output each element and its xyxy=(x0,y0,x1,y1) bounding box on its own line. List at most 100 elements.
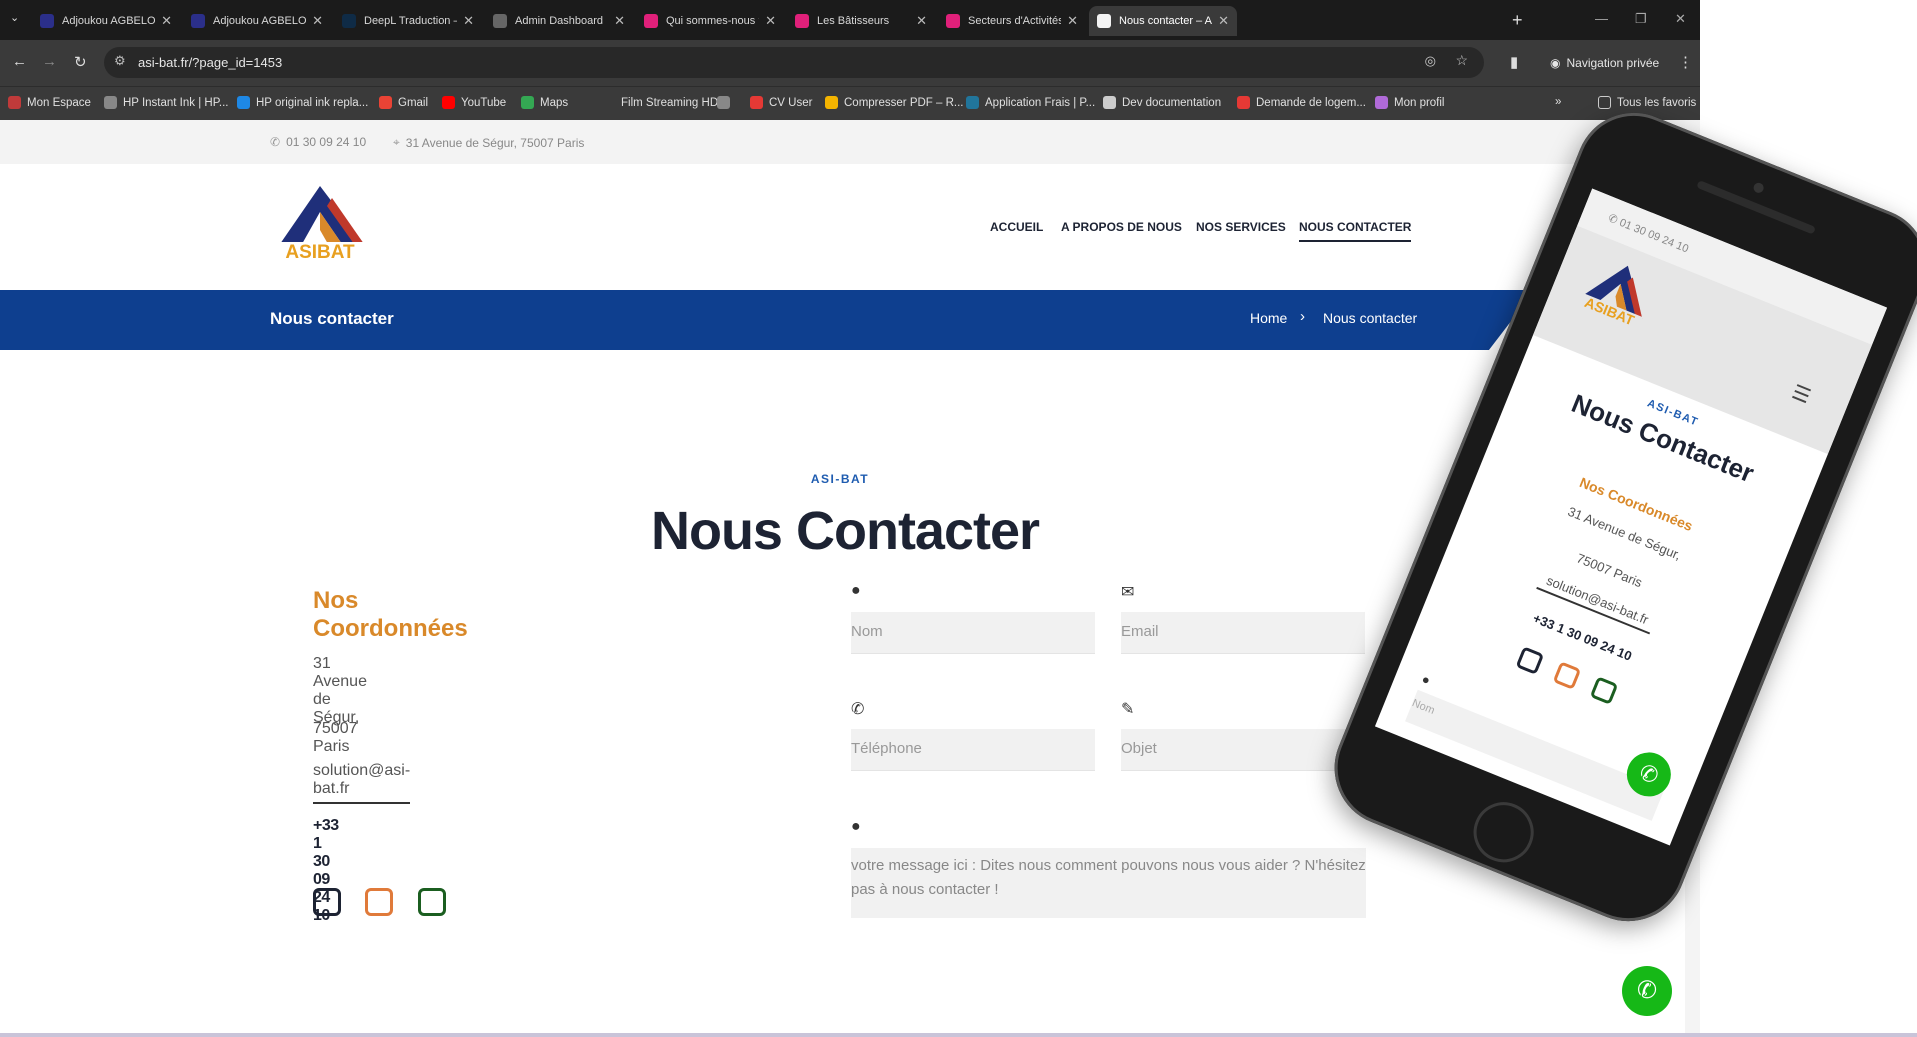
bookmark-item[interactable]: Application Frais | P... xyxy=(966,96,1095,109)
phone-input[interactable]: Téléphone xyxy=(851,729,1095,771)
mobile-logo[interactable]: ASIBAT xyxy=(1573,250,1662,333)
email-link[interactable]: solution@asi-bat.fr xyxy=(313,762,411,804)
site-info-icon[interactable]: ⚙ xyxy=(114,53,126,69)
topbar-phone[interactable]: ✆ 01 30 09 24 10 xyxy=(270,135,366,149)
tab-label: Admin Dashboard xyxy=(515,15,604,27)
bookmark-favicon-icon xyxy=(602,96,615,109)
star-icon[interactable]: ☆ xyxy=(1455,52,1468,69)
sidepanel-icon[interactable]: ▮ xyxy=(1510,53,1518,71)
coord-title: Nos Coordonnées xyxy=(313,587,468,642)
asibat-logo[interactable]: ASIBAT xyxy=(272,184,368,262)
hamburger-menu-icon[interactable]: ☰ xyxy=(1788,379,1814,409)
mobile-instagram-icon[interactable] xyxy=(1552,661,1582,690)
topbar-address-text: 31 Avenue de Ségur, 75007 Paris xyxy=(405,135,585,150)
bookmark-favicon-icon xyxy=(1375,96,1388,109)
bookmark-item[interactable]: HP Instant Ink | HP... xyxy=(104,96,228,109)
bookmark-item[interactable]: Maps xyxy=(521,96,568,109)
close-window-icon[interactable]: ✕ xyxy=(1675,11,1686,27)
page-title: Nous Contacter xyxy=(650,501,1040,561)
tab-close-icon[interactable]: ✕ xyxy=(312,13,323,29)
breadcrumb-home[interactable]: Home xyxy=(1250,310,1287,326)
bookmark-favicon-icon xyxy=(442,96,455,109)
tab-label: Adjoukou AGBELOU Blog xyxy=(62,15,156,27)
email-input[interactable]: Email xyxy=(1121,612,1365,654)
subject-input[interactable]: Objet xyxy=(1121,729,1357,771)
bookmark-label: Application Frais | P... xyxy=(985,96,1096,109)
tab-close-icon[interactable]: ✕ xyxy=(1067,13,1078,29)
reload-icon[interactable]: ↻ xyxy=(74,53,87,71)
bookmark-label: Mon Espace xyxy=(27,96,91,109)
bookmark-item[interactable]: HP original ink repla... xyxy=(237,96,368,109)
bookmark-item[interactable]: Demande de logem... xyxy=(1237,96,1366,109)
tab-search-icon[interactable]: ⌄ xyxy=(10,11,19,24)
address-bar[interactable]: ⚙ asi-bat.fr/?page_id=1453 ◎ ☆ xyxy=(104,47,1484,78)
browser-tab[interactable]: Adjoukou AGBELOU Blog ✕ xyxy=(32,6,180,36)
new-tab-button[interactable]: + xyxy=(1512,10,1523,31)
bookmark-item[interactable]: Dev documentation xyxy=(1103,96,1221,109)
whatsapp-icon[interactable] xyxy=(418,888,446,916)
nav-a-propos[interactable]: A PROPOS DE NOUS xyxy=(1061,220,1182,234)
bookmark-label: Film Streaming HD... xyxy=(621,96,728,109)
nav-accueil[interactable]: ACCUEIL xyxy=(990,220,1043,234)
address-line2: 75007 Paris xyxy=(313,720,358,755)
tab-label: Nous contacter – ASI-BAT xyxy=(1119,15,1212,27)
nav-services[interactable]: NOS SERVICES xyxy=(1196,220,1286,234)
name-input[interactable]: Nom xyxy=(851,612,1095,654)
tab-close-icon[interactable]: ✕ xyxy=(161,13,172,29)
browser-tab[interactable]: Admin Dashboard ✕ xyxy=(485,6,633,36)
address-line1: 31 Avenue de Ségur, xyxy=(313,655,367,726)
message-textarea[interactable]: votre message ici : Dites nous comment p… xyxy=(851,848,1366,918)
maximize-icon[interactable]: ❐ xyxy=(1635,11,1647,27)
forward-icon[interactable]: → xyxy=(42,53,57,70)
tab-close-icon[interactable]: ✕ xyxy=(916,13,927,29)
bookmark-label: HP Instant Ink | HP... xyxy=(123,96,229,109)
bookmark-item[interactable]: Film Streaming HD... xyxy=(602,96,728,109)
eye-off-icon[interactable]: ◎ xyxy=(1425,53,1436,69)
back-icon[interactable]: ← xyxy=(12,53,27,70)
nav-contact[interactable]: NOUS CONTACTER xyxy=(1299,220,1412,242)
browser-tab[interactable]: DeepL Traduction – DeepL ✕ xyxy=(334,6,482,36)
facebook-icon[interactable] xyxy=(313,888,341,916)
browser-tab[interactable]: Adjoukou AGBELOU Blog ✕ xyxy=(183,6,331,36)
minimize-icon[interactable]: — xyxy=(1595,11,1608,26)
mobile-name-input[interactable]: Nom xyxy=(1405,689,1665,821)
mobile-facebook-icon[interactable] xyxy=(1515,646,1545,675)
site-header: ASIBAT ACCUEIL A PROPOS DE NOUS NOS SERV… xyxy=(0,164,1700,290)
tab-bar: ⌄ Adjoukou AGBELOU Blog✕Adjoukou AGBELOU… xyxy=(0,0,1700,40)
bookmark-favicon-icon xyxy=(1237,96,1250,109)
floating-call-button[interactable]: ✆ xyxy=(1622,966,1672,1016)
bookmark-label: Gmail xyxy=(398,96,429,109)
phone-field-icon: ✆ xyxy=(851,701,865,718)
bookmark-item[interactable]: Compresser PDF – R... xyxy=(825,96,964,109)
bookmarks-overflow-icon[interactable]: » xyxy=(1555,96,1561,108)
bookmark-item[interactable] xyxy=(717,96,736,109)
bookmark-favicon-icon xyxy=(104,96,117,109)
incognito-icon: ◉ xyxy=(1550,56,1561,70)
breadcrumb-current: Nous contacter xyxy=(1323,310,1418,326)
tab-close-icon[interactable]: ✕ xyxy=(614,13,625,29)
location-icon: ⌖ xyxy=(393,135,400,149)
banner-title: Nous contacter xyxy=(270,309,394,328)
tab-close-icon[interactable]: ✕ xyxy=(463,13,474,29)
tab-close-icon[interactable]: ✕ xyxy=(1218,13,1229,29)
tab-close-icon[interactable]: ✕ xyxy=(765,13,776,29)
browser-tab[interactable]: Nous contacter – ASI-BAT ✕ xyxy=(1089,6,1237,36)
browser-chrome: ⌄ Adjoukou AGBELOU Blog✕Adjoukou AGBELOU… xyxy=(0,0,1700,120)
bookmark-item[interactable]: Mon profil xyxy=(1375,96,1445,109)
url-text: asi-bat.fr/?page_id=1453 xyxy=(138,55,283,70)
private-mode-badge[interactable]: ◉ Navigation privée xyxy=(1540,48,1669,78)
instagram-icon[interactable] xyxy=(365,888,393,916)
bookmark-item[interactable]: YouTube xyxy=(442,96,506,109)
envelope-icon: ✉ xyxy=(1121,584,1135,601)
browser-tab[interactable]: Les Bâtisseurs ✕ xyxy=(787,6,935,36)
menu-kebab-icon[interactable]: ⋮ xyxy=(1678,53,1693,71)
browser-tab[interactable]: Secteurs d'Activités Les Bâ ✕ xyxy=(938,6,1086,36)
browser-tab[interactable]: Qui sommes-nous ? Les Bâ ✕ xyxy=(636,6,784,36)
phone-camera xyxy=(1752,181,1766,195)
bookmark-item[interactable]: CV User xyxy=(750,96,812,109)
bookmark-item[interactable]: Mon Espace xyxy=(8,96,91,109)
mobile-whatsapp-icon[interactable] xyxy=(1589,676,1619,705)
bookmark-item[interactable]: Gmail xyxy=(379,96,428,109)
tab-favicon-icon xyxy=(493,14,507,28)
bookmarks-bar: Mon Espace HP Instant Ink | HP... HP origi… xyxy=(0,86,1700,120)
